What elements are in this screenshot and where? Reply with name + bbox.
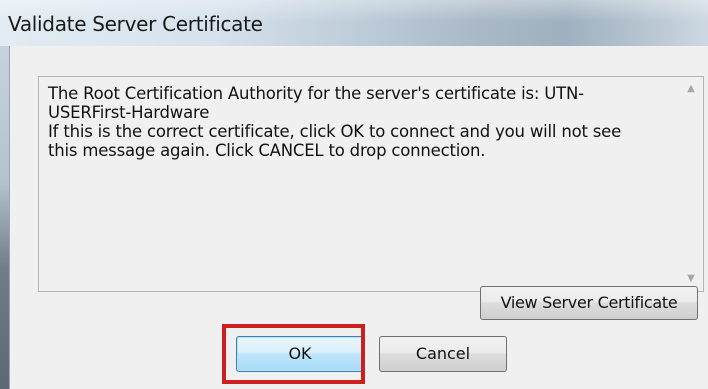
cancel-button[interactable]: Cancel — [379, 336, 507, 372]
message-textbox[interactable]: The Root Certification Authority for the… — [38, 76, 704, 292]
window-frame-left — [0, 46, 9, 389]
scroll-up-icon[interactable]: ▲ — [683, 81, 699, 97]
validate-certificate-dialog: Validate Server Certificate The Root Cer… — [0, 0, 708, 389]
window-title: Validate Server Certificate — [8, 12, 263, 36]
title-bar[interactable]: Validate Server Certificate — [0, 0, 708, 46]
view-server-certificate-button[interactable]: View Server Certificate — [480, 286, 698, 320]
scroll-down-icon[interactable]: ▼ — [683, 271, 699, 287]
certificate-message: The Root Certification Authority for the… — [48, 84, 622, 160]
ok-button-highlight — [222, 324, 365, 384]
